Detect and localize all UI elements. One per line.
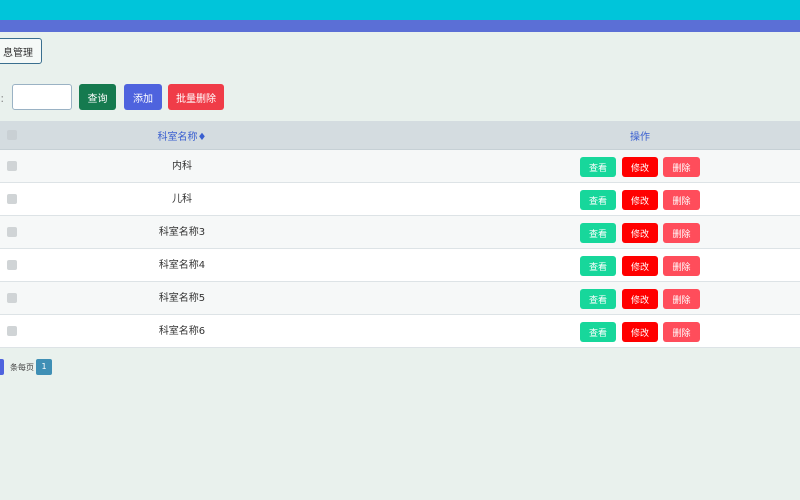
department-name: 科室名称5 bbox=[158, 293, 206, 304]
department-name: 儿科 bbox=[172, 194, 192, 205]
table-body: 内科 查看 修改 删除 儿科 查看 修改 删除 科室名称3 查看 修改 删除 科室名称4 查看 修改 删除 科室… bbox=[0, 150, 800, 348]
row-checkbox[interactable] bbox=[7, 227, 17, 237]
edit-button[interactable]: 修改 bbox=[622, 190, 658, 210]
delete-button[interactable]: 删除 bbox=[663, 190, 700, 210]
edit-button[interactable]: 修改 bbox=[622, 157, 658, 177]
row-checkbox[interactable] bbox=[7, 260, 17, 270]
view-button[interactable]: 查看 bbox=[580, 322, 616, 342]
batch-delete-button[interactable]: 批量删除 bbox=[168, 84, 224, 110]
top-header-bar bbox=[0, 0, 800, 20]
delete-button[interactable]: 删除 bbox=[663, 223, 700, 243]
breadcrumb-label: 息管理 bbox=[3, 47, 33, 59]
table-row: 科室名称3 查看 修改 删除 bbox=[0, 216, 800, 249]
delete-button[interactable]: 删除 bbox=[663, 289, 700, 309]
delete-button[interactable]: 删除 bbox=[663, 256, 700, 276]
row-checkbox[interactable] bbox=[7, 161, 17, 171]
sub-header-bar bbox=[0, 20, 800, 32]
table-row: 内科 查看 修改 删除 bbox=[0, 150, 800, 183]
view-button[interactable]: 查看 bbox=[580, 289, 616, 309]
page-size-select[interactable] bbox=[0, 359, 4, 375]
department-table: 科室名称♦ 操作 内科 查看 修改 删除 儿科 查看 修改 删除 科室名称3 查看 修改 删除 科室名称… bbox=[0, 121, 800, 348]
delete-button[interactable]: 删除 bbox=[663, 322, 700, 342]
search-input[interactable] bbox=[12, 84, 72, 110]
search-label: ： bbox=[0, 95, 10, 105]
per-page-text: 条每页 bbox=[10, 363, 34, 372]
table-row: 儿科 查看 修改 删除 bbox=[0, 183, 800, 216]
table-row: 科室名称4 查看 修改 删除 bbox=[0, 249, 800, 282]
table-row: 科室名称5 查看 修改 删除 bbox=[0, 282, 800, 315]
edit-button[interactable]: 修改 bbox=[622, 289, 658, 309]
column-header-name[interactable]: 科室名称♦ bbox=[124, 128, 240, 143]
view-button[interactable]: 查看 bbox=[580, 190, 616, 210]
view-button[interactable]: 查看 bbox=[580, 223, 616, 243]
department-name: 内科 bbox=[172, 161, 192, 172]
view-button[interactable]: 查看 bbox=[580, 157, 616, 177]
row-checkbox[interactable] bbox=[7, 293, 17, 303]
add-button[interactable]: 添加 bbox=[124, 84, 162, 110]
department-name: 科室名称4 bbox=[158, 260, 206, 271]
edit-button[interactable]: 修改 bbox=[622, 322, 658, 342]
department-name: 科室名称6 bbox=[158, 326, 206, 337]
pagination: 条每页 1 bbox=[0, 359, 200, 375]
row-checkbox[interactable] bbox=[7, 194, 17, 204]
table-row: 科室名称6 查看 修改 删除 bbox=[0, 315, 800, 348]
page-number-button[interactable]: 1 bbox=[36, 359, 52, 375]
column-header-actions: 操作 bbox=[630, 131, 650, 143]
edit-button[interactable]: 修改 bbox=[622, 256, 658, 276]
delete-button[interactable]: 删除 bbox=[663, 157, 700, 177]
view-button[interactable]: 查看 bbox=[580, 256, 616, 276]
table-header: 科室名称♦ 操作 bbox=[0, 121, 800, 150]
select-all-checkbox[interactable] bbox=[7, 130, 17, 140]
row-checkbox[interactable] bbox=[7, 326, 17, 336]
breadcrumb-tab[interactable]: 息管理 bbox=[0, 38, 42, 64]
edit-button[interactable]: 修改 bbox=[622, 223, 658, 243]
query-button[interactable]: 查询 bbox=[79, 84, 116, 110]
department-name: 科室名称3 bbox=[158, 227, 206, 238]
